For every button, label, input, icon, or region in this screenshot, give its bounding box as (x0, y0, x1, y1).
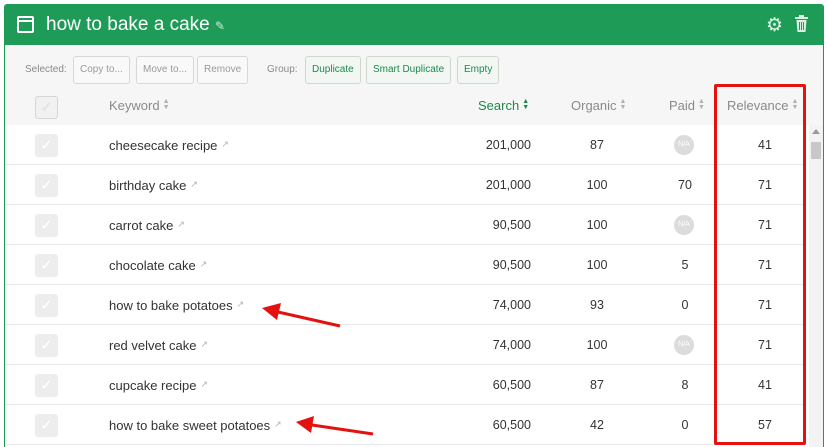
arrow-annotation (262, 303, 341, 328)
arrow-annotation (296, 416, 374, 436)
annotation-arrows (262, 303, 374, 436)
